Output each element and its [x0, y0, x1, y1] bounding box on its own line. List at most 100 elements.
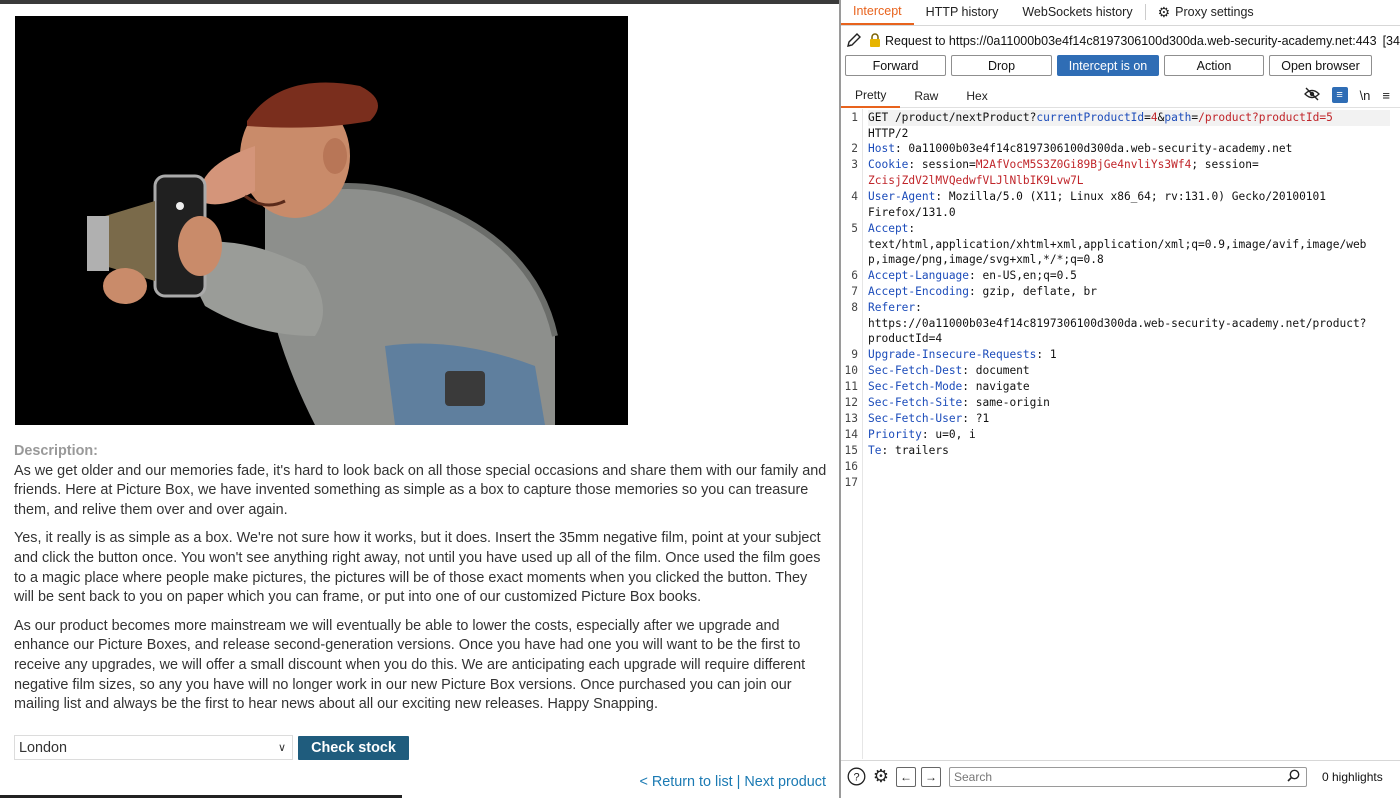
header-line-cont: text/html,application/xhtml+xml,applicat… — [868, 238, 1367, 251]
line-number: 14 — [844, 428, 858, 441]
line-number: 8 — [851, 301, 858, 314]
burp-proxy-panel: Intercept HTTP history WebSockets histor… — [841, 0, 1400, 798]
browser-top-border — [0, 0, 840, 4]
header-line: Sec-Fetch-Site: same-origin — [868, 395, 1050, 411]
header-value: : same-origin — [962, 396, 1050, 409]
product-image — [15, 16, 628, 425]
request-version: HTTP/2 — [868, 127, 909, 140]
lock-icon — [869, 32, 881, 50]
tab-proxy-settings-label: Proxy settings — [1175, 5, 1254, 19]
next-arrow-icon[interactable]: → — [921, 766, 941, 787]
eye-off-icon[interactable] — [1303, 87, 1320, 104]
menu-icon[interactable]: ≡ — [1382, 88, 1390, 103]
line-number: 7 — [851, 285, 858, 298]
header-line: User-Agent: Mozilla/5.0 (X11; Linux x86_… — [868, 189, 1326, 205]
header-line-cont: https://0a11000b03e4f14c8197306100d300da… — [868, 317, 1367, 330]
settings-gear-icon[interactable]: ⚙ — [871, 766, 891, 787]
header-key: Upgrade-Insecure-Requests — [868, 348, 1037, 361]
header-key: Cookie — [868, 158, 909, 171]
tab-proxy-settings[interactable]: ⚙ Proxy settings — [1146, 0, 1266, 25]
header-value: ; session= — [1191, 158, 1259, 171]
tab-intercept[interactable]: Intercept — [841, 0, 914, 25]
description-paragraph: Yes, it really is as simple as a box. We… — [14, 530, 821, 606]
drop-button[interactable]: Drop — [951, 55, 1052, 76]
pencil-icon[interactable] — [845, 31, 863, 52]
line-number: 6 — [851, 269, 858, 282]
header-line: Te: trailers — [868, 443, 949, 459]
header-line: Referer: — [868, 300, 922, 316]
link-separator: | — [736, 774, 741, 790]
line-number: 2 — [851, 142, 858, 155]
header-line: Accept-Encoding: gzip, deflate, br — [868, 284, 1097, 300]
line-number: 3 — [851, 158, 858, 171]
header-value: : u=0, i — [921, 428, 976, 441]
header-value: : session= — [908, 158, 976, 171]
param-key: currentProductId — [1036, 111, 1145, 124]
line-number: 16 — [844, 460, 858, 473]
header-value: : 0a11000b03e4f14c8197306100d300da.web-s… — [894, 142, 1293, 155]
product-nav-links: < Return to list | Next product — [639, 774, 826, 790]
param-value: 4 — [1150, 111, 1158, 124]
header-key: User-Agent — [868, 190, 936, 203]
header-value: : navigate — [962, 380, 1030, 393]
check-stock-button[interactable]: Check stock — [298, 735, 409, 760]
header-line: Accept-Language: en-US,en;q=0.5 — [868, 268, 1077, 284]
request-target-url: Request to https://0a11000b03e4f14c81973… — [885, 34, 1377, 48]
header-key: Accept-Language — [868, 269, 970, 282]
store-select[interactable]: London ∨ — [14, 735, 293, 760]
header-value: : Mozilla/5.0 (X11; Linux x86_64; rv:131… — [935, 190, 1327, 203]
header-key: Host — [868, 142, 895, 155]
header-key: Sec-Fetch-Dest — [868, 364, 963, 377]
header-line: Cookie: session=M2AfVocM5S3Z0Gi89BjGe4nv… — [868, 157, 1259, 173]
tab-raw[interactable]: Raw — [900, 84, 952, 108]
browser-page: Description: As we get older and our mem… — [0, 0, 840, 798]
intercept-toggle-button[interactable]: Intercept is on — [1057, 55, 1159, 76]
header-value: : gzip, deflate, br — [969, 285, 1098, 298]
header-key: Sec-Fetch-Mode — [868, 380, 963, 393]
newline-toggle-icon[interactable]: \n — [1360, 88, 1371, 103]
tab-http-history[interactable]: HTTP history — [914, 0, 1011, 25]
line-number: 15 — [844, 444, 858, 457]
gear-icon: ⚙ — [1157, 3, 1171, 20]
tab-websockets-history[interactable]: WebSockets history — [1010, 0, 1144, 25]
cookie-value: ZcisjZdV2lMVQedwfVLJlNlbIK9Lvw7L — [868, 174, 1084, 187]
header-value: : — [908, 222, 916, 235]
line-number: 12 — [844, 396, 858, 409]
tab-hex[interactable]: Hex — [952, 84, 1001, 108]
intercept-actions: Forward Drop Intercept is on Action Open… — [845, 55, 1400, 77]
search-input[interactable]: Search — [949, 766, 1307, 787]
help-icon[interactable]: ? — [846, 767, 866, 787]
open-browser-button[interactable]: Open browser — [1269, 55, 1372, 76]
header-value: : — [915, 301, 922, 314]
search-icon — [1287, 769, 1300, 785]
header-line: Priority: u=0, i — [868, 427, 976, 443]
forward-button[interactable]: Forward — [845, 55, 946, 76]
editor-search-bar: ? ⚙ ← → Search 0 highlights — [841, 760, 1400, 792]
header-value: : document — [962, 364, 1030, 377]
proxy-tabbar: Intercept HTTP history WebSockets histor… — [841, 0, 1400, 26]
request-target-bar: Request to https://0a11000b03e4f14c81973… — [845, 30, 1400, 52]
header-line-cont: p,image/png,image/svg+xml,*/*;q=0.8 — [868, 253, 1104, 266]
previous-arrow-icon[interactable]: ← — [896, 766, 916, 787]
action-button[interactable]: Action — [1164, 55, 1264, 76]
header-line: Accept: — [868, 221, 915, 237]
param-key: path — [1164, 111, 1192, 124]
header-line: Upgrade-Insecure-Requests: 1 — [868, 347, 1057, 363]
header-line: Sec-Fetch-Mode: navigate — [868, 379, 1030, 395]
header-key: Sec-Fetch-User — [868, 412, 963, 425]
line-number: 9 — [851, 348, 858, 361]
svg-text:?: ? — [853, 772, 859, 784]
tab-pretty[interactable]: Pretty — [841, 84, 901, 108]
word-wrap-icon[interactable]: ≡ — [1331, 87, 1348, 103]
return-to-list-link[interactable]: < Return to list — [639, 774, 732, 790]
next-product-link[interactable]: Next product — [744, 774, 826, 790]
header-line-cont: Firefox/131.0 — [868, 206, 956, 219]
line-number: 17 — [844, 476, 858, 489]
param-eq: = — [1144, 111, 1151, 124]
request-editor[interactable]: 1 2 3 4 5 6 7 8 9 10 11 12 13 14 15 16 1… — [841, 109, 1400, 759]
chevron-down-icon: ∨ — [277, 742, 286, 754]
header-key: Accept — [868, 222, 909, 235]
store-select-value: London — [19, 739, 68, 756]
header-line-cont: ZcisjZdV2lMVQedwfVLJlNlbIK9Lvw7L — [868, 173, 1084, 189]
cookie-value: M2AfVocM5S3Z0Gi89BjGe4nvliYs3Wf4 — [975, 158, 1192, 171]
